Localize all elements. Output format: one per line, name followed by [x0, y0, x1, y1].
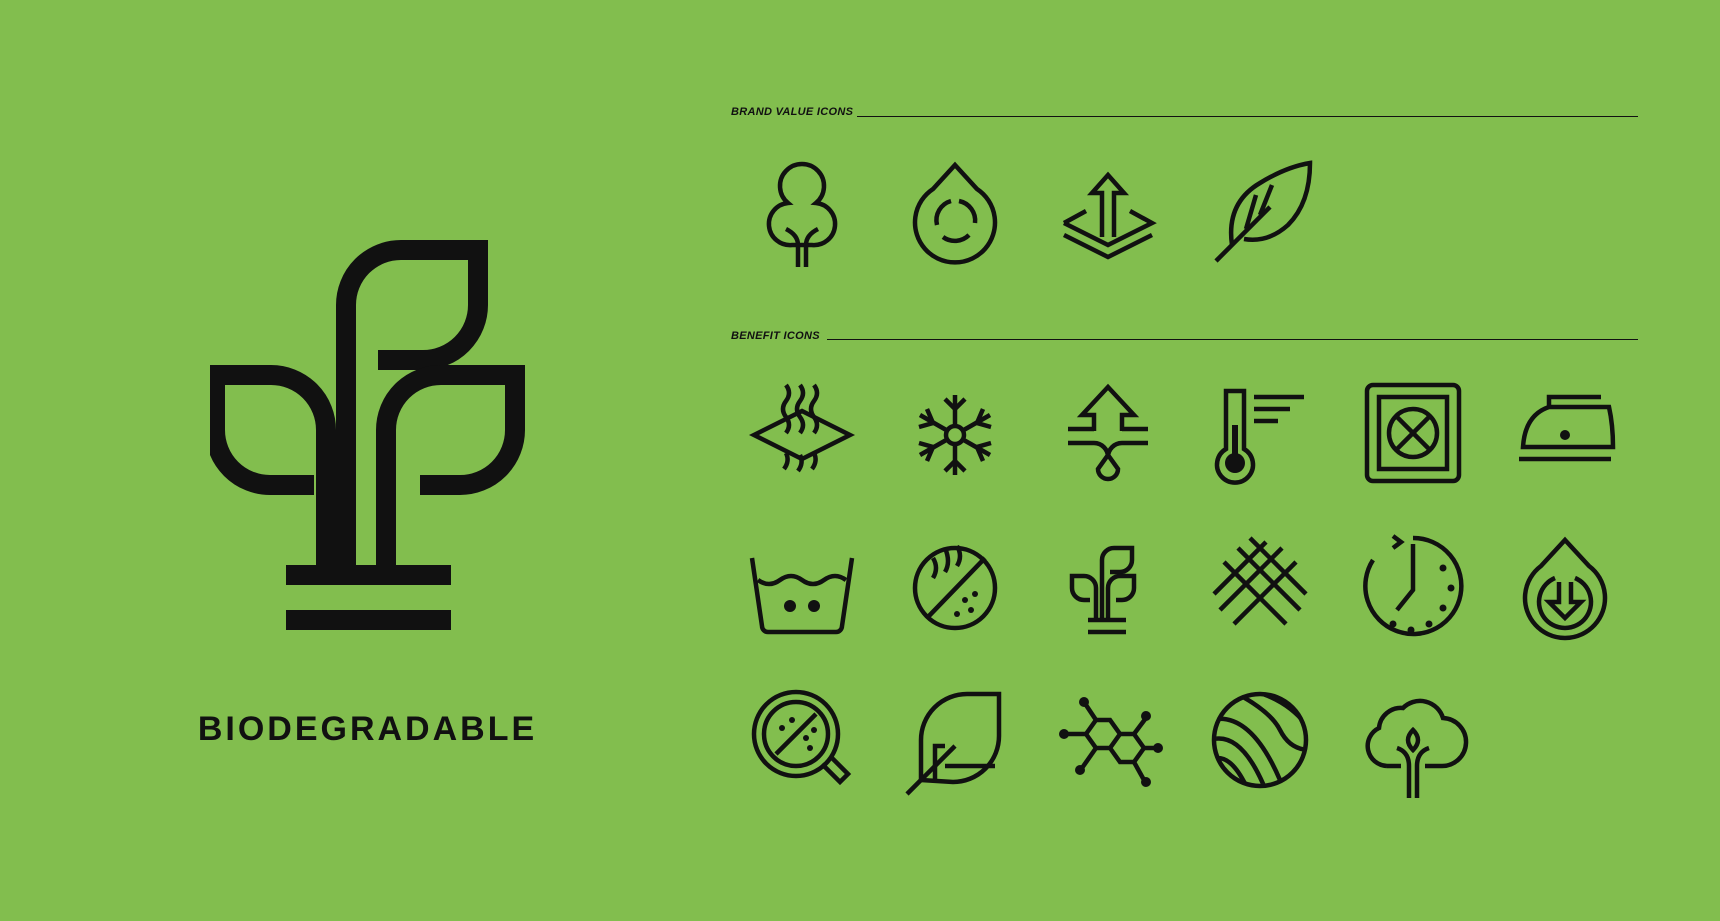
antibacterial-magnifier-icon — [751, 689, 852, 790]
biodegradable-sprout-icon — [210, 240, 525, 630]
woven-fabric-icon — [1210, 536, 1310, 638]
brand-value-icons-label: BRAND VALUE ICONS — [731, 106, 854, 118]
cotton-tree-icon — [1363, 690, 1469, 798]
water-recycle-drop-icon — [905, 161, 1005, 265]
brand-value-divider — [857, 116, 1638, 117]
textured-ball-icon — [1210, 690, 1310, 790]
water-absorb-drop-icon — [1515, 536, 1615, 641]
benefit-icons-label: BENEFIT ICONS — [731, 330, 820, 342]
machine-wash-icon — [749, 538, 855, 638]
sprout-icon — [1058, 538, 1158, 638]
thermometer-icon — [1210, 385, 1310, 485]
benefit-divider — [827, 339, 1638, 340]
iron-icon — [1515, 385, 1616, 485]
do-not-tumble-dry-icon — [1363, 382, 1463, 485]
molecule-icon — [1058, 690, 1163, 790]
lightweight-feather-icon — [1210, 160, 1313, 263]
anti-odor-icon — [905, 538, 1005, 638]
leaf-icon — [905, 690, 1005, 796]
hero-title: BIODEGRADABLE — [197, 710, 538, 748]
moisture-wicking-icon — [1058, 383, 1158, 485]
heat-release-icon — [748, 383, 856, 485]
tree-icon — [752, 161, 852, 267]
snowflake-icon — [905, 385, 1005, 485]
quick-dry-clock-icon — [1363, 534, 1464, 638]
breathable-layer-icon — [1058, 163, 1158, 263]
